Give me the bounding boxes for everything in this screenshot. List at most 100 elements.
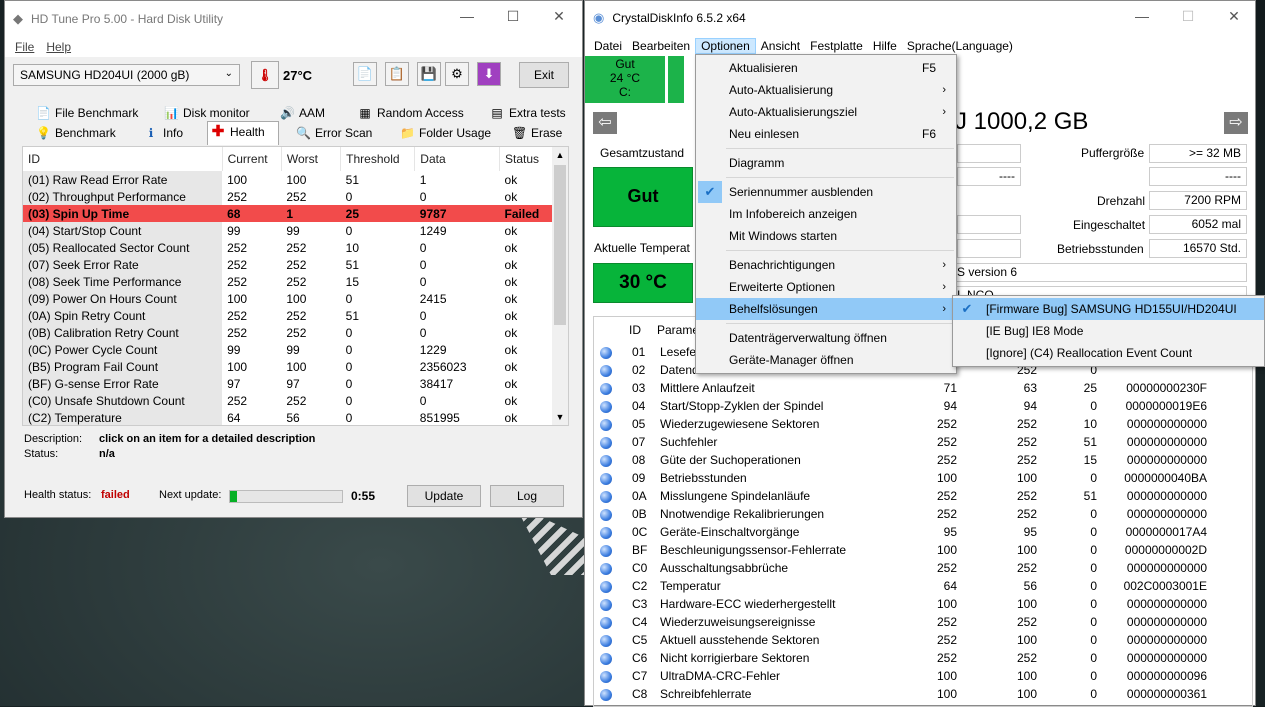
table-row[interactable]: (03) Spin Up Time 68 1 25 9787 Failed: [23, 205, 553, 222]
submenu-item-3[interactable]: [Ignore] (C4) Reallocation Event Count: [953, 342, 1264, 364]
menu-item-erweiterte-optionen[interactable]: Erweiterte Optionen ›: [696, 276, 956, 298]
list-item[interactable]: C2 Temperatur 64 56 0 002C0003001E: [594, 577, 1215, 595]
table-row[interactable]: (C0) Unsafe Shutdown Count 252 252 0 0 ok: [23, 392, 553, 409]
menu-item-im-infobereich-anzeigen[interactable]: Im Infobereich anzeigen: [696, 203, 956, 225]
tab-health[interactable]: ✚ Health: [207, 121, 279, 145]
menu-item-auto-aktualisierung[interactable]: Auto-Aktualisierung ›: [696, 79, 956, 101]
col-current[interactable]: Current: [222, 147, 282, 171]
tab-error-scan[interactable]: 🔍 Error Scan: [293, 123, 372, 144]
menu-festplatte[interactable]: Festplatte: [805, 39, 868, 53]
menu-ansicht[interactable]: Ansicht: [756, 39, 805, 53]
menu-item-behelfsl-sungen[interactable]: Behelfslösungen ›: [696, 298, 956, 320]
options-button[interactable]: ⚙: [445, 62, 469, 86]
maximize-button[interactable]: ☐: [490, 1, 536, 31]
menu-item-ger-te-manager-ffnen[interactable]: Geräte-Manager öffnen: [696, 349, 956, 371]
menu-item-diagramm[interactable]: Diagramm: [696, 152, 956, 174]
col-status[interactable]: Status: [499, 147, 553, 171]
menu-item-aktualisieren[interactable]: Aktualisieren F5: [696, 57, 956, 79]
menu-optionen[interactable]: Optionen: [695, 38, 756, 54]
menu-file[interactable]: File: [9, 40, 40, 54]
prev-drive-arrow-icon[interactable]: ⇦: [593, 112, 617, 134]
tab-extra-tests[interactable]: ▤ Extra tests: [487, 103, 565, 124]
list-item[interactable]: 03 Mittlere Anlaufzeit 71 63 25 00000000230F: [594, 379, 1215, 397]
list-item[interactable]: 05 Wiederzugewiesene Sektoren 252 252 10 0000…: [594, 415, 1215, 433]
cdi-maximize-button[interactable]: ☐: [1165, 1, 1211, 31]
log-button[interactable]: Log: [490, 485, 564, 507]
tab-folder-usage[interactable]: 📁 Folder Usage: [397, 123, 491, 144]
menu-item-mit-windows-starten[interactable]: Mit Windows starten: [696, 225, 956, 247]
table-row[interactable]: (0C) Power Cycle Count 99 99 0 1229 ok: [23, 341, 553, 358]
table-row[interactable]: (B5) Program Fail Count 100 100 0 2356023 ok: [23, 358, 553, 375]
table-row[interactable]: (04) Start/Stop Count 99 99 0 1249 ok: [23, 222, 553, 239]
scrollbar-thumb[interactable]: [554, 165, 566, 325]
menu-item-neu-einlesen[interactable]: Neu einlesen F6: [696, 123, 956, 145]
submenu-item-2[interactable]: [IE Bug] IE8 Mode: [953, 320, 1264, 342]
drive-select[interactable]: SAMSUNG HD204UI (2000 gB) ⌄: [13, 64, 240, 86]
list-item[interactable]: C0 Ausschaltungsabbrüche 252 252 0 0000000000…: [594, 559, 1215, 577]
current-value: 100: [227, 291, 248, 306]
menu-item-auto-aktualisierungsziel[interactable]: Auto-Aktualisierungsziel ›: [696, 101, 956, 123]
minimize-button[interactable]: —: [444, 1, 490, 31]
close-button[interactable]: ✕: [536, 1, 582, 31]
list-item[interactable]: 08 Güte der Suchoperationen 252 252 15 000000…: [594, 451, 1215, 469]
table-row[interactable]: (01) Raw Read Error Rate 100 100 51 1 ok: [23, 171, 553, 188]
table-row[interactable]: (05) Reallocated Sector Count 252 252 10 0 ok: [23, 239, 553, 256]
drive-tile-2[interactable]: [668, 56, 684, 103]
table-row[interactable]: (C2) Temperature 64 56 0 851995 ok: [23, 409, 553, 425]
list-item[interactable]: C6 Nicht korrigierbare Sektoren 252 252 0 000…: [594, 649, 1215, 667]
tab-erase[interactable]: 🗑 Erase: [509, 123, 562, 144]
worst-value: 100: [286, 359, 307, 374]
list-item[interactable]: 09 Betriebsstunden 100 100 0 0000000040BA: [594, 469, 1215, 487]
save-button[interactable]: 💾: [417, 62, 441, 86]
menu-hilfe[interactable]: Hilfe: [868, 39, 902, 53]
tab-benchmark[interactable]: 💡 Benchmark: [33, 123, 116, 144]
cdi-minimize-button[interactable]: —: [1119, 1, 1165, 31]
list-item[interactable]: C3 Hardware-ECC wiederhergestellt 100 100 0 0…: [594, 595, 1215, 613]
table-row[interactable]: (09) Power On Hours Count 100 100 0 2415 ok: [23, 290, 553, 307]
table-row[interactable]: (0A) Spin Retry Count 252 252 51 0 ok: [23, 307, 553, 324]
table-row[interactable]: (BF) G-sense Error Rate 97 97 0 38417 ok: [23, 375, 553, 392]
menu-item-datentr-gerverwaltung-ffnen[interactable]: Datenträgerverwaltung öffnen: [696, 327, 956, 349]
drive-tile-c[interactable]: Gut 24 °C C:: [585, 56, 665, 103]
table-scrollbar[interactable]: ▲ ▼: [552, 147, 568, 425]
health-status-big[interactable]: Gut: [593, 167, 693, 227]
menu-help[interactable]: Help: [40, 40, 77, 54]
col-data[interactable]: Data: [414, 147, 501, 171]
list-col-id[interactable]: ID: [629, 317, 657, 343]
table-row[interactable]: (02) Throughput Performance 252 252 0 0 ok: [23, 188, 553, 205]
copy-text-button[interactable]: 📄: [353, 62, 377, 86]
update-button[interactable]: Update: [407, 485, 481, 507]
exit-button[interactable]: Exit: [519, 62, 569, 88]
menu-item-benachrichtigungen[interactable]: Benachrichtigungen ›: [696, 254, 956, 276]
cdi-close-button[interactable]: ✕: [1211, 1, 1257, 31]
copy-screenshot-button[interactable]: 📋: [385, 62, 409, 86]
tab-info[interactable]: ℹ Info: [141, 123, 183, 144]
list-item[interactable]: 0A Misslungene Spindelanläufe 252 252 51 0000…: [594, 487, 1215, 505]
menu-datei[interactable]: Datei: [589, 39, 627, 53]
list-item[interactable]: BF Beschleunigungssensor-Fehlerrate 100 100…: [594, 541, 1215, 559]
col-worst[interactable]: Worst: [281, 147, 342, 171]
menu-sprache[interactable]: Sprache(Language): [902, 39, 1018, 53]
list-item[interactable]: 0B Nnotwendige Rekalibrierungen 252 252 0 000…: [594, 505, 1215, 523]
menu-bearbeiten[interactable]: Bearbeiten: [627, 39, 695, 53]
table-row[interactable]: (0B) Calibration Retry Count 252 252 0 0 ok: [23, 324, 553, 341]
list-item[interactable]: C8 Schreibfehlerrate 100 100 0 000000000361: [594, 685, 1215, 703]
table-row[interactable]: (08) Seek Time Performance 252 252 15 0 ok: [23, 273, 553, 290]
tab-random-access[interactable]: ▦ Random Access: [355, 103, 463, 124]
col-threshold[interactable]: Threshold: [340, 147, 416, 171]
list-item[interactable]: 0C Geräte-Einschaltvorgänge 95 95 0 000000001…: [594, 523, 1215, 541]
menu-item-seriennummer-ausblenden[interactable]: ✔ Seriennummer ausblenden: [696, 181, 956, 203]
tab-aam[interactable]: 🔊 AAM: [277, 103, 325, 124]
list-item[interactable]: C4 Wiederzuweisungsereignisse 252 252 0 00000…: [594, 613, 1215, 631]
list-item[interactable]: C7 UltraDMA-CRC-Fehler 100 100 0 000000000096: [594, 667, 1215, 685]
list-item[interactable]: 04 Start/Stopp-Zyklen der Spindel 94 94 0 000…: [594, 397, 1215, 415]
next-drive-arrow-icon[interactable]: ⇨: [1224, 112, 1248, 134]
table-row[interactable]: (07) Seek Error Rate 252 252 51 0 ok: [23, 256, 553, 273]
col-id[interactable]: ID: [23, 147, 223, 171]
download-button[interactable]: ⬇: [477, 62, 501, 86]
tab-file-benchmark[interactable]: 📄 File Benchmark: [33, 103, 138, 124]
temperature-big[interactable]: 30 °C: [593, 263, 693, 303]
list-item[interactable]: C5 Aktuell ausstehende Sektoren 252 100 0 000…: [594, 631, 1215, 649]
list-item[interactable]: 07 Suchfehler 252 252 51 000000000000: [594, 433, 1215, 451]
submenu-item-1[interactable]: ✔ [Firmware Bug] SAMSUNG HD155UI/HD204UI: [953, 298, 1264, 320]
